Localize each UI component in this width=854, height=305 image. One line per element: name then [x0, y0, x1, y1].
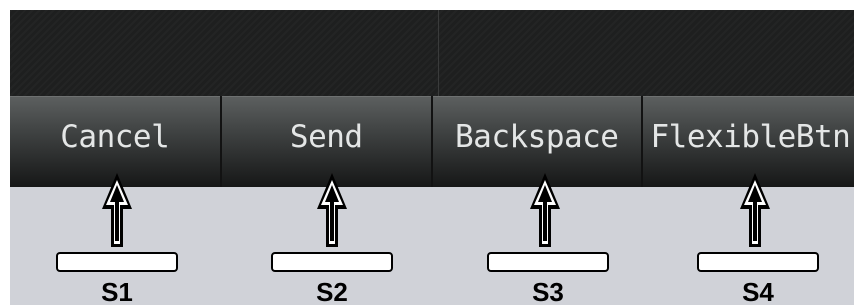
hardware-key-group-s2: S2	[269, 0, 399, 305]
hardware-key-group-s4: S4	[695, 0, 825, 305]
hardware-key-s3[interactable]	[487, 252, 609, 272]
hardware-key-s2[interactable]	[271, 252, 393, 272]
hardware-key-s2-label: S2	[316, 277, 348, 305]
hardware-key-group-s1: S1	[54, 0, 184, 305]
display-divider	[438, 10, 439, 96]
hardware-key-s1[interactable]	[56, 252, 178, 272]
up-arrow-icon	[740, 173, 770, 247]
hardware-key-s1-label: S1	[101, 277, 133, 305]
up-arrow-icon	[530, 173, 560, 247]
up-arrow-icon	[102, 173, 132, 247]
phone-softkey-diagram: Cancel Send Backspace FlexibleBtn S1 S2 …	[0, 0, 854, 305]
hardware-key-group-s3: S3	[485, 0, 615, 305]
up-arrow-icon	[317, 173, 347, 247]
hardware-key-s4[interactable]	[697, 252, 819, 272]
hardware-key-s3-label: S3	[532, 277, 564, 305]
hardware-key-s4-label: S4	[742, 277, 774, 305]
